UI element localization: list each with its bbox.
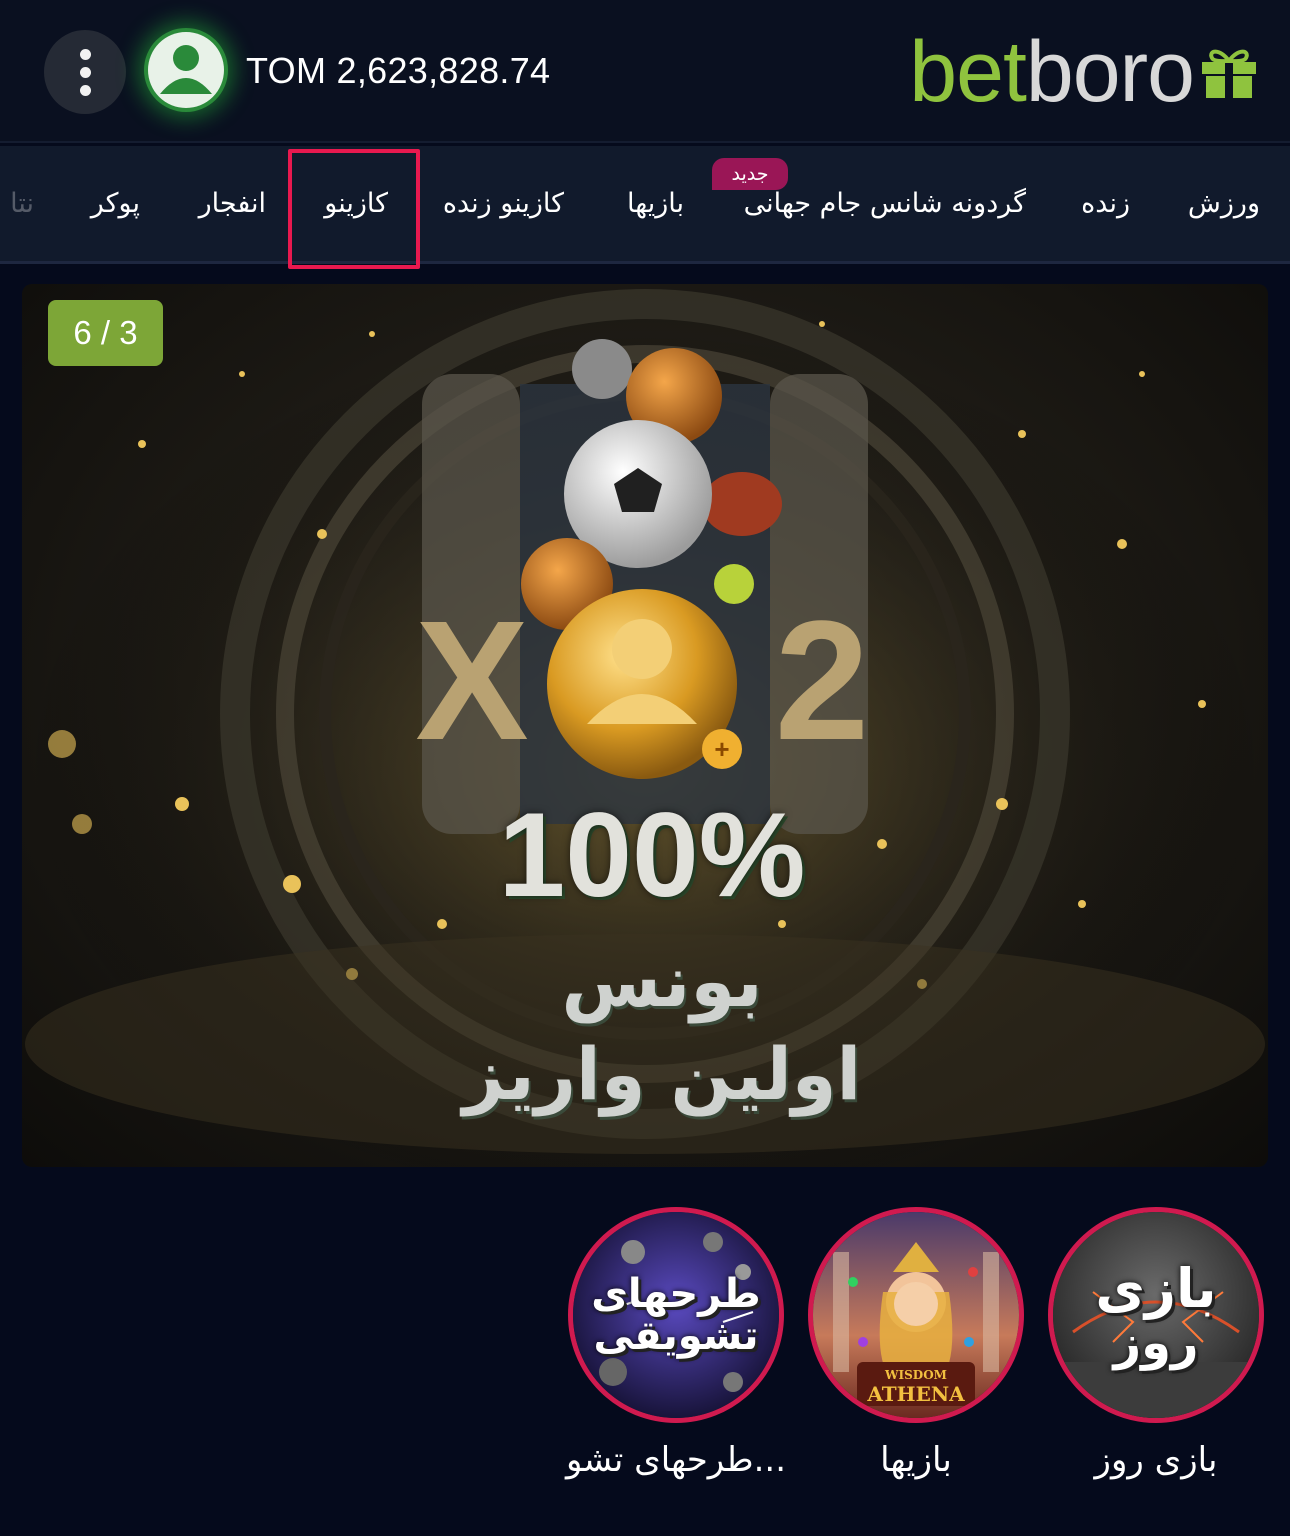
story-label-games[interactable]: بازیها bbox=[808, 1440, 1024, 1480]
nav-item-wheel-of-fortune[interactable]: گردونه شانس جام جهانی bbox=[744, 188, 1026, 219]
story-art-text: بازی روز bbox=[1095, 1257, 1217, 1372]
promo-percent: 100% bbox=[498, 788, 806, 922]
promo-headline-first-deposit: اولین واریز bbox=[462, 1032, 862, 1116]
user-avatar-icon[interactable] bbox=[144, 28, 228, 112]
story-games[interactable]: WISDOM ATHENA bbox=[808, 1207, 1024, 1423]
nav-item-live-casino[interactable]: کازینو زنده bbox=[443, 188, 564, 219]
story-label-promotions[interactable]: طرحهای تشو... bbox=[548, 1440, 804, 1480]
story-label-game-of-day[interactable]: بازی روز bbox=[1048, 1440, 1264, 1480]
slide-counter: 6 / 3 bbox=[48, 300, 163, 366]
athena-art: WISDOM ATHENA bbox=[813, 1212, 1019, 1418]
logo-text-bet: bet bbox=[909, 24, 1027, 120]
logo-text-boro: boro bbox=[1025, 24, 1195, 120]
svg-text:2: 2 bbox=[775, 586, 870, 776]
new-badge: جدید bbox=[712, 158, 788, 190]
category-nav: ورزش زنده جدید گردونه شانس جام جهانی باز… bbox=[0, 146, 1290, 269]
nav-item-partial[interactable]: نتا bbox=[10, 188, 34, 219]
svg-text:WISDOM: WISDOM bbox=[884, 1368, 947, 1382]
betboro-logo[interactable]: bet boro bbox=[909, 24, 1260, 120]
account-balance[interactable]: TOM 2,623,828.74 bbox=[246, 50, 550, 92]
kebab-menu-icon[interactable] bbox=[44, 30, 126, 114]
nav-item-sports[interactable]: ورزش bbox=[1188, 188, 1260, 219]
story-art-text: طرحهای تشویقی bbox=[591, 1271, 761, 1359]
nav-item-games[interactable]: بازیها bbox=[627, 188, 684, 219]
menu-dot bbox=[79, 84, 91, 96]
nav-item-casino[interactable]: کازینو bbox=[324, 188, 388, 219]
menu-dot bbox=[79, 66, 91, 78]
svg-text:ATHENA: ATHENA bbox=[866, 1382, 965, 1406]
top-header: TOM 2,623,828.74 bet boro bbox=[0, 0, 1290, 143]
promo-headline-bonus: بونس bbox=[561, 939, 763, 1023]
menu-dot bbox=[79, 48, 91, 60]
nav-item-crash[interactable]: انفجار bbox=[199, 188, 266, 219]
gift-icon[interactable] bbox=[1198, 44, 1260, 100]
svg-text:X: X bbox=[415, 586, 528, 776]
nav-item-poker[interactable]: پوکر bbox=[91, 188, 140, 219]
story-game-of-day[interactable]: بازی روز bbox=[1048, 1207, 1264, 1423]
svg-text:+: + bbox=[714, 734, 729, 764]
promo-banner[interactable]: X 2 + 6 / 3 100% بونس اولین واریز bbox=[22, 284, 1268, 1167]
story-promotions[interactable]: طرحهای تشویقی bbox=[568, 1207, 784, 1423]
nav-item-live[interactable]: زنده bbox=[1081, 188, 1130, 219]
